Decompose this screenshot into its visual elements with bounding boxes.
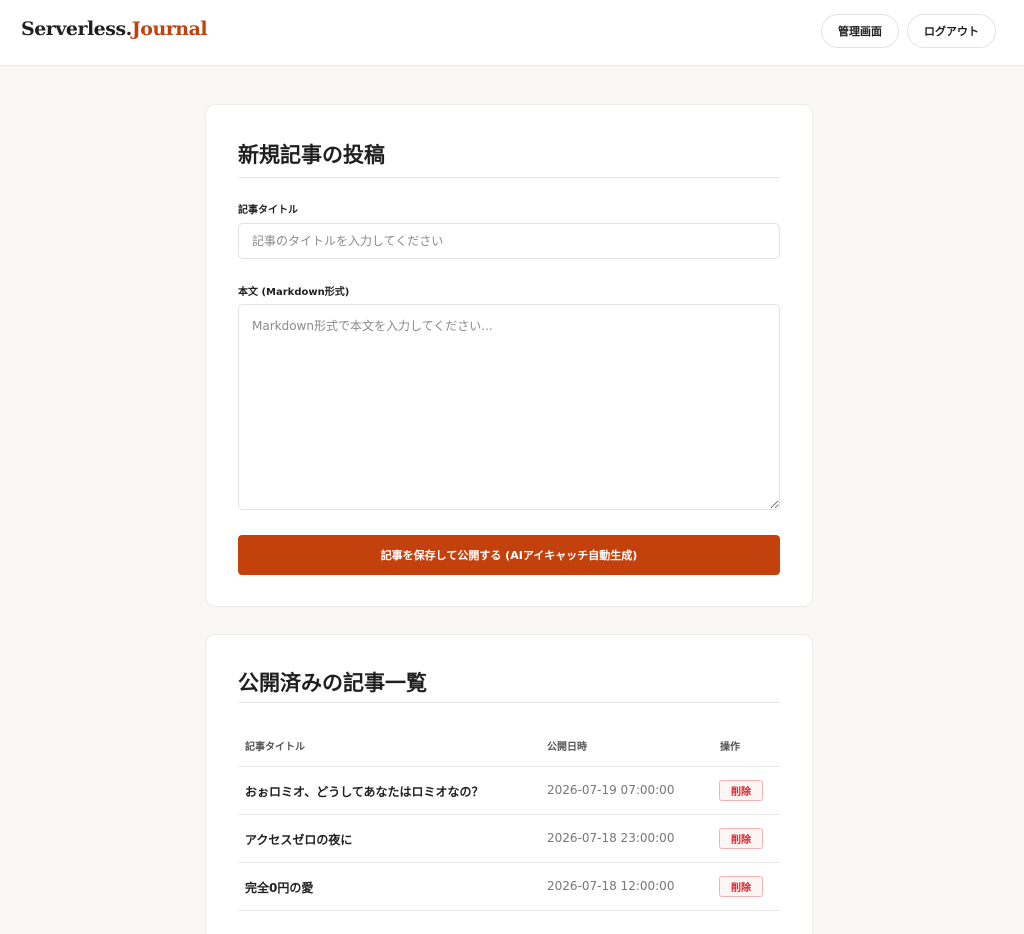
delete-button[interactable]: 削除 <box>719 876 763 897</box>
logo-text-journal: Journal <box>131 18 208 40</box>
body-textarea[interactable] <box>238 304 780 510</box>
admin-button[interactable]: 管理画面 <box>821 14 899 48</box>
new-post-title: 新規記事の投稿 <box>238 142 385 167</box>
publish-button[interactable]: 記事を保存して公開する (AIアイキャッチ自動生成) <box>238 535 780 575</box>
column-header-title: 記事タイトル <box>245 742 305 753</box>
row-date: 2026-07-18 23:00:00 <box>547 831 675 845</box>
row-divider <box>238 910 780 911</box>
table-row: おぉロミオ、どうしてあなたはロミオなの？ 2026-07-19 07:00:00… <box>238 767 780 815</box>
divider <box>238 702 780 703</box>
site-logo[interactable]: Serverless.Journal <box>21 18 208 40</box>
title-input[interactable] <box>238 223 780 259</box>
table-row: アクセスゼロの夜に 2026-07-18 23:00:00 削除 <box>238 815 780 863</box>
top-header: Serverless.Journal 管理画面 ログアウト <box>0 0 1024 66</box>
row-title[interactable]: アクセスゼロの夜に <box>245 831 352 848</box>
row-title[interactable]: 完全0円の愛 <box>245 879 313 896</box>
logo-text-serverless: Serverless. <box>21 18 132 40</box>
divider <box>238 177 780 178</box>
published-posts-title: 公開済みの記事一覧 <box>238 670 427 695</box>
body-field-label: 本文 (Markdown形式) <box>238 287 350 298</box>
table-row: 完全0円の愛 2026-07-18 12:00:00 削除 <box>238 863 780 911</box>
row-date: 2026-07-18 12:00:00 <box>547 879 675 893</box>
title-field-label: 記事タイトル <box>238 205 298 216</box>
delete-button[interactable]: 削除 <box>719 780 763 801</box>
row-date: 2026-07-19 07:00:00 <box>547 783 675 797</box>
row-title[interactable]: おぉロミオ、どうしてあなたはロミオなの？ <box>245 783 484 800</box>
delete-button[interactable]: 削除 <box>719 828 763 849</box>
new-post-card: 新規記事の投稿 記事タイトル 本文 (Markdown形式) 記事を保存して公開… <box>205 104 813 607</box>
column-header-action: 操作 <box>720 742 740 753</box>
published-posts-card: 公開済みの記事一覧 記事タイトル 公開日時 操作 おぉロミオ、どうしてあなたはロ… <box>205 634 813 934</box>
logout-button[interactable]: ログアウト <box>907 14 996 48</box>
column-header-date: 公開日時 <box>547 742 587 753</box>
